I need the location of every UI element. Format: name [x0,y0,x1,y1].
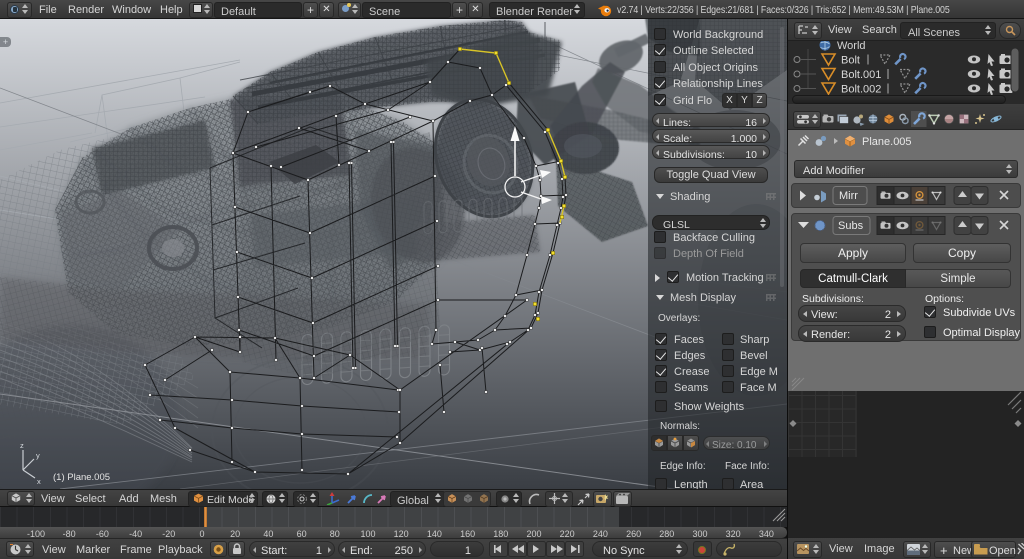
svg-text:Subs: Subs [838,220,864,232]
svg-text:x: x [37,477,41,486]
svg-text:Bolt: Bolt [841,55,860,67]
svg-text:Mirr: Mirr [839,190,858,202]
svg-text:z: z [20,441,24,450]
svg-text:Bolt.002: Bolt.002 [841,84,881,96]
svg-text:World: World [837,41,866,52]
svg-text:Bolt.001: Bolt.001 [841,69,881,81]
svg-text:y: y [36,451,40,460]
svg-text:(1) Plane.005: (1) Plane.005 [53,472,110,483]
svg-text:Plane.005: Plane.005 [862,136,912,148]
